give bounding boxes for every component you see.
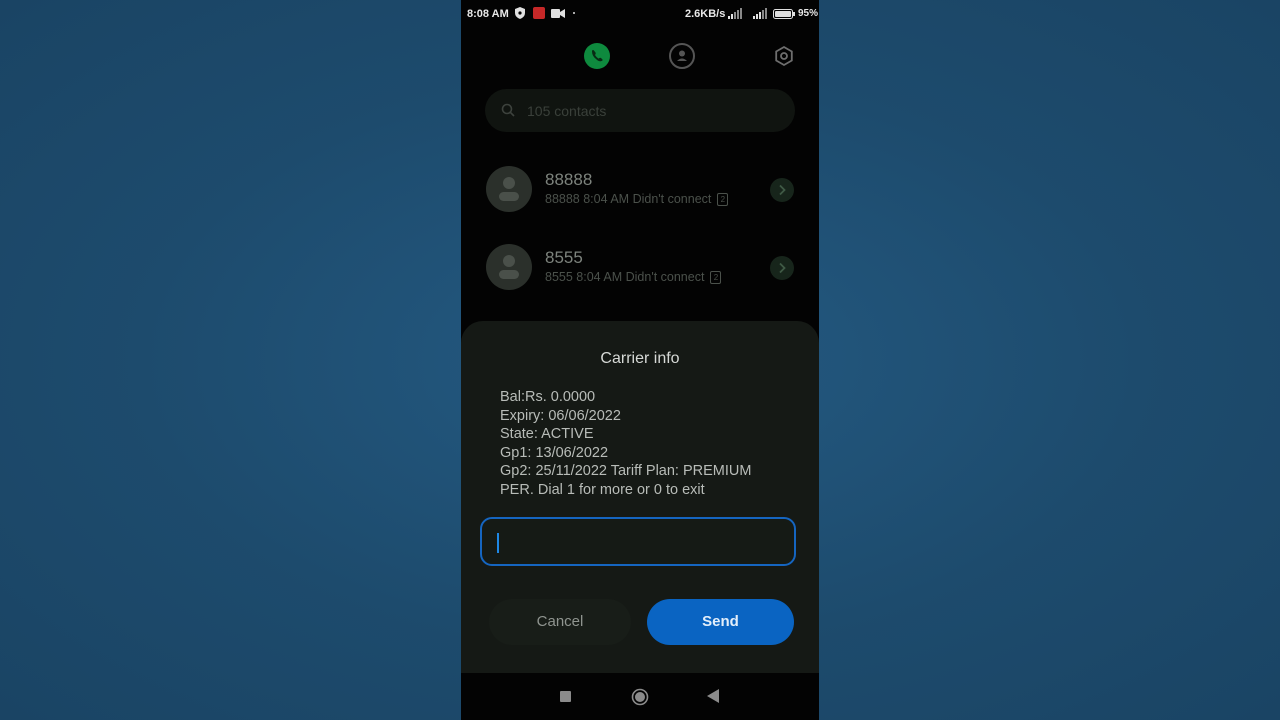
tab-contacts[interactable] xyxy=(669,43,695,69)
sim-badge: 2 xyxy=(710,271,722,285)
message-line: State: ACTIVE xyxy=(500,426,594,443)
call-details-button[interactable] xyxy=(770,178,794,202)
message-line: Gp1: 13/06/2022 xyxy=(500,444,609,461)
contacts-icon xyxy=(677,50,687,61)
call-log-item[interactable]: 8555 8555 8:04 AM Didn't connect 2 xyxy=(461,232,819,302)
phone-screen: 8:08 AM 2.6KB/s 95% 105 contacts 88888 8… xyxy=(461,0,819,720)
more-notifications-dot xyxy=(573,12,575,14)
status-time: 8:08 AM xyxy=(467,8,509,20)
call-log-detail: 88888 8:04 AM Didn't connect 2 xyxy=(545,192,729,207)
avatar xyxy=(486,166,532,212)
message-line: Expiry: 06/06/2022 xyxy=(500,407,621,424)
call-log-name: 8555 xyxy=(545,248,583,267)
recents-icon[interactable] xyxy=(560,691,571,702)
call-log-detail-text: 8555 8:04 AM Didn't connect xyxy=(545,270,705,284)
call-log-detail: 8555 8:04 AM Didn't connect 2 xyxy=(545,270,722,285)
chevron-right-icon xyxy=(779,184,786,196)
avatar xyxy=(486,244,532,290)
settings-icon xyxy=(775,45,793,67)
message-line: PER. Dial 1 for more or 0 to exit xyxy=(500,481,705,498)
battery-icon xyxy=(773,9,795,19)
shield-icon xyxy=(515,7,525,19)
navigation-bar xyxy=(461,673,819,720)
send-button[interactable]: Send xyxy=(647,599,794,645)
person-icon xyxy=(499,177,519,201)
call-log-name: 88888 xyxy=(545,170,593,189)
dialog-message: Bal:Rs. 0.0000 Expiry: 06/06/2022 State:… xyxy=(500,388,790,500)
cancel-button[interactable]: Cancel xyxy=(489,599,631,645)
video-icon xyxy=(551,9,565,18)
network-speed: 2.6KB/s xyxy=(685,8,726,20)
call-details-button[interactable] xyxy=(770,256,794,280)
search-icon xyxy=(501,103,515,117)
message-line: Bal:Rs. 0.0000 xyxy=(500,389,596,405)
carrier-info-dialog: Carrier info Bal:Rs. 0.0000 Expiry: 06/0… xyxy=(461,321,819,673)
chevron-right-icon xyxy=(779,262,786,274)
text-cursor xyxy=(497,533,499,553)
dialog-title: Carrier info xyxy=(600,350,680,367)
message-line: Gp2: 25/11/2022 Tariff Plan: PREMIUM xyxy=(500,463,752,480)
sim-badge: 2 xyxy=(717,193,729,207)
screen-background: 8:08 AM 2.6KB/s 95% 105 contacts 88888 8… xyxy=(0,0,1280,720)
signal-icon xyxy=(728,8,742,19)
battery-percent: 95% xyxy=(798,8,819,19)
person-icon xyxy=(499,255,519,279)
contact-search[interactable] xyxy=(485,89,795,132)
home-icon[interactable] xyxy=(631,688,649,706)
call-log-detail-text: 88888 8:04 AM Didn't connect xyxy=(545,192,712,206)
tab-phone[interactable] xyxy=(584,43,610,69)
back-icon[interactable] xyxy=(707,689,719,703)
tab-settings[interactable] xyxy=(771,43,797,69)
phone-icon xyxy=(592,50,603,62)
status-bar: 8:08 AM 2.6KB/s 95% xyxy=(461,0,819,28)
call-log-item[interactable]: 88888 88888 8:04 AM Didn't connect 2 xyxy=(461,154,819,224)
signal-icon xyxy=(753,8,767,19)
ussd-reply-input[interactable] xyxy=(480,517,796,566)
app-notification-icon xyxy=(533,7,545,19)
search-input[interactable] xyxy=(527,89,777,132)
